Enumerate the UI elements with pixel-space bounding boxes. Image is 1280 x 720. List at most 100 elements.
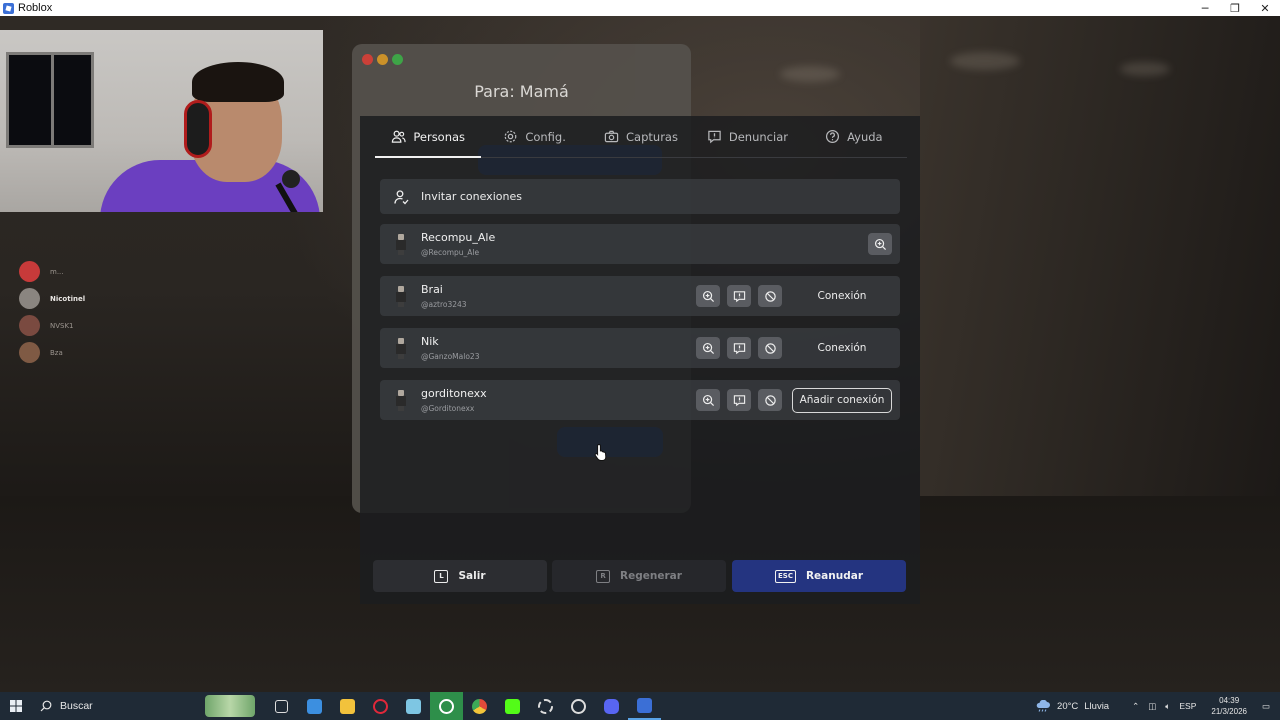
respawn-button[interactable]: R Regenerar [552,560,726,592]
opera-app[interactable] [364,692,397,720]
close-button[interactable]: ✕ [1250,0,1280,16]
leave-button[interactable]: L Salir [373,560,547,592]
speaker-icon[interactable]: 🔈︎ [1165,701,1170,712]
discord-app[interactable] [595,692,628,720]
person-row[interactable]: Brai @aztro3243 Conexión [380,276,900,316]
block-user-button[interactable] [758,337,782,359]
tab-ayuda[interactable]: Ayuda [801,116,907,157]
clock-time: 04:39 [1219,696,1240,705]
roblox-app[interactable] [628,692,661,720]
language-indicator[interactable]: ESP [1179,701,1196,711]
user-handle: @GanzoMalo23 [421,352,480,361]
roblox-icon [637,697,652,713]
avatar [380,234,421,255]
notifications-icon[interactable]: ▭ [1262,701,1270,712]
whatsapp-app[interactable] [430,692,463,720]
window-title: Roblox [18,2,53,14]
hand-cursor-icon [594,443,607,461]
connection-button[interactable]: Conexión [792,284,892,309]
help-icon [826,129,840,144]
notes-app[interactable] [397,692,430,720]
maximize-button[interactable]: ❐ [1220,0,1250,16]
tab-denunciar[interactable]: Denunciar [694,116,800,157]
kick-app[interactable] [496,692,529,720]
user-handle: @aztro3243 [421,300,467,309]
discord-user: NVSK1 [19,312,85,339]
minimize-button[interactable]: ─ [1190,0,1220,16]
taskbar: Buscar 20°C Lluvia ⌃ ◫ 🔈︎ ESP 04:39 21/3… [0,692,1280,720]
resume-button[interactable]: ESC Reanudar [732,560,906,592]
opera-icon [373,698,388,714]
window-dots [362,54,403,65]
view-profile-button[interactable] [696,285,720,307]
maximize-dot-icon[interactable] [392,54,403,65]
tab-personas[interactable]: Personas [375,116,482,158]
folder-icon [340,698,355,714]
discord-avatar [19,315,40,336]
person-row[interactable]: gorditonexx @Gorditonexx Añadir conexión [380,380,900,420]
recorder-app[interactable] [562,692,595,720]
key-hint: ESC [775,569,796,583]
webcam-window [6,52,94,148]
user-handle: @Gorditonexx [421,404,475,413]
invite-label: Invitar conexiones [421,190,522,203]
weather-widget[interactable]: 20°C Lluvia [1035,700,1109,712]
report-icon [733,290,745,302]
start-button[interactable] [0,692,32,720]
taskbar-search[interactable]: Buscar [32,692,169,720]
window-controls: ─ ❐ ✕ [1190,0,1280,16]
menu-tabs: Personas Config. Capturas Denunciar Ayud… [375,116,907,158]
minimize-dot-icon[interactable] [377,54,388,65]
user-text: gorditonexx @Gorditonexx [421,387,487,413]
settings-app[interactable] [529,692,562,720]
tab-capturas[interactable]: Capturas [588,116,694,157]
gear-icon [504,130,517,143]
user-name: gorditonexx [421,387,487,400]
invite-connections-button[interactable]: Invitar conexiones [380,179,900,214]
view-profile-button[interactable] [696,337,720,359]
row-actions [868,233,892,255]
report-user-button[interactable] [727,285,751,307]
whatsapp-icon [439,698,454,714]
record-icon [571,698,586,714]
zoom-icon [702,290,714,302]
person-row[interactable]: Recompu_Ale @Recompu_Ale [380,224,900,264]
window-titlebar: Roblox ─ ❐ ✕ [0,0,1280,16]
view-profile-button[interactable] [868,233,892,255]
user-name: Nik [421,335,439,348]
view-profile-button[interactable] [696,389,720,411]
key-hint: R [596,569,611,583]
camera-icon [604,130,619,143]
person-row[interactable]: Nik @GanzoMalo23 Conexión [380,328,900,368]
discord-user: Bza [19,339,85,366]
report-user-button[interactable] [727,389,751,411]
close-dot-icon[interactable] [362,54,373,65]
block-user-button[interactable] [758,285,782,307]
tab-label: Personas [413,129,466,144]
search-icon [40,700,52,712]
people-icon [392,130,406,143]
task-view-button[interactable] [265,692,298,720]
chevron-up-icon[interactable]: ⌃ [1132,701,1139,712]
add-connection-button[interactable]: Añadir conexión [792,387,892,413]
search-highlight-image[interactable] [205,695,255,717]
system-tray: 20°C Lluvia ⌃ ◫ 🔈︎ ESP 04:39 21/3/2026 ▭ [1035,695,1280,717]
block-user-button[interactable] [758,389,782,411]
connection-button[interactable]: Conexión [792,336,892,361]
report-user-button[interactable] [727,337,751,359]
gear-icon [538,698,553,714]
tab-config[interactable]: Config. [481,116,587,157]
discord-user-name: Bza [50,348,63,357]
zoom-icon [702,342,714,354]
user-handle: @Recompu_Ale [421,248,480,257]
chrome-app[interactable] [463,692,496,720]
key-hint: L [434,569,449,583]
store-app[interactable] [298,692,331,720]
network-icon[interactable]: ◫ [1148,701,1156,712]
weather-desc: Lluvia [1084,700,1110,712]
user-name: Brai [421,283,443,296]
clock[interactable]: 04:39 21/3/2026 [1211,695,1247,717]
windows-icon [10,700,22,712]
headphones [184,100,212,158]
explorer-app[interactable] [331,692,364,720]
